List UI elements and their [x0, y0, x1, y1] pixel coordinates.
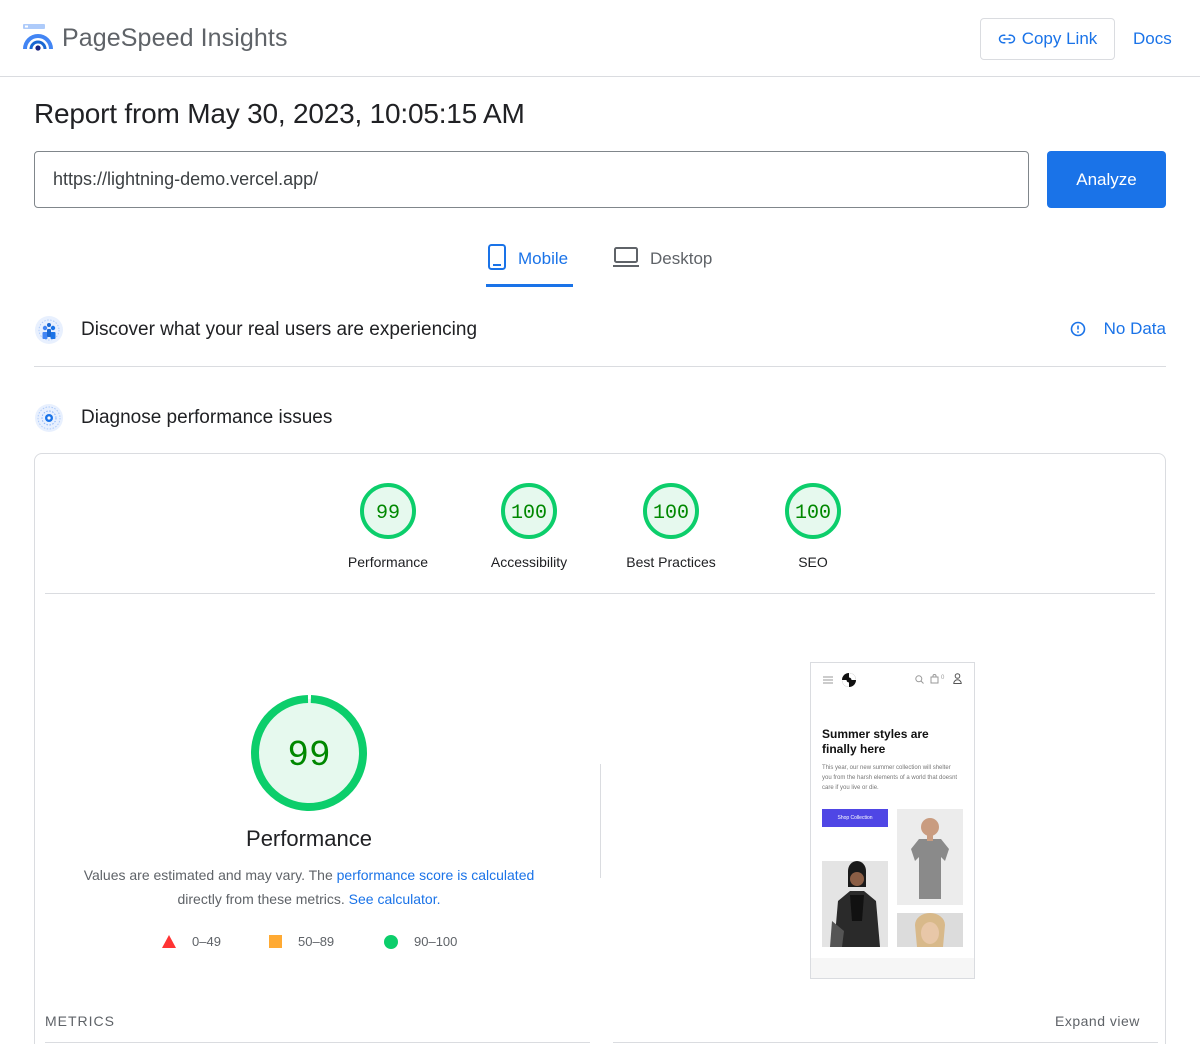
- product-photo-portrait: [897, 913, 963, 947]
- menu-icon: [823, 676, 833, 684]
- legend-range: 90–100: [414, 934, 458, 949]
- brand[interactable]: PageSpeed Insights: [22, 22, 288, 54]
- score-gauge-performance[interactable]: 99 Performance: [318, 482, 458, 570]
- shop-collection-button[interactable]: Shop Collection: [822, 809, 888, 827]
- jacket-model-image: [830, 861, 880, 947]
- users-crux-icon: [35, 316, 63, 344]
- copy-link-label: Copy Link: [1021, 29, 1098, 48]
- tab-desktop[interactable]: Desktop: [612, 243, 712, 287]
- tshirt-model-image: [911, 818, 949, 899]
- real-users-title: Discover what your real users are experi…: [81, 319, 478, 340]
- no-data-link[interactable]: No Data: [1070, 319, 1166, 339]
- triangle-icon: [162, 935, 176, 948]
- copy-link-button[interactable]: Copy Link: [980, 18, 1115, 60]
- thumb-headline: Summer styles are finally here: [822, 727, 929, 756]
- performance-title: Performance: [246, 826, 372, 851]
- metrics-rule-left: [45, 1042, 590, 1043]
- gauge-ring: 100: [785, 483, 841, 539]
- user-icon: [953, 673, 962, 684]
- portrait-model-image: [915, 913, 945, 947]
- thumb-copy: This year, our new summer collection wil…: [822, 765, 958, 791]
- lighthouse-radar-icon: [35, 404, 63, 432]
- smartphone-icon: [488, 244, 506, 270]
- docs-link[interactable]: Docs: [1133, 29, 1172, 49]
- see-calculator-link[interactable]: See calculator.: [349, 891, 441, 907]
- square-icon: [269, 935, 282, 948]
- score-gauge-seo[interactable]: 100 SEO: [743, 482, 883, 570]
- app-header: PageSpeed Insights Copy Link Docs: [0, 0, 1200, 77]
- gauge-label: Accessibility: [490, 554, 568, 570]
- legend-average: 50–89: [269, 934, 334, 949]
- score-gauge-accessibility[interactable]: 100 Accessibility: [459, 482, 599, 570]
- diagnose-title: Diagnose performance issues: [81, 407, 333, 428]
- product-photo-jacket: [822, 861, 888, 947]
- diagnose-section: Diagnose performance issues: [34, 403, 1166, 433]
- gauge-label: Performance: [347, 554, 429, 570]
- gauge-label: SEO: [798, 554, 828, 570]
- search-icon: [915, 675, 924, 684]
- pagespeed-logo-icon: [23, 24, 53, 51]
- gauge-score: 99: [376, 502, 400, 525]
- performance-gauge-large: 99: [251, 695, 367, 811]
- performance-description: Values are estimated and may vary. The p…: [55, 863, 563, 911]
- gauge-ring: 100: [643, 483, 699, 539]
- legend-range: 0–49: [192, 934, 221, 949]
- vertical-separator: [600, 764, 601, 878]
- section-divider: [34, 366, 1166, 367]
- legend-fail: 0–49: [162, 934, 221, 949]
- gauge-score: 100: [795, 502, 831, 525]
- desc-mid: directly from these metrics.: [177, 891, 349, 907]
- url-input[interactable]: [34, 151, 1029, 208]
- legend-pass: 90–100: [384, 934, 457, 949]
- card-divider: [45, 593, 1155, 594]
- thumb-navbar: 0: [811, 663, 974, 697]
- gauge-ring: 99: [360, 483, 416, 539]
- performance-score: 99: [287, 735, 330, 776]
- expand-view-toggle[interactable]: Expand view: [1055, 1013, 1140, 1029]
- tab-mobile-label: Mobile: [518, 249, 569, 268]
- thumb-footer: [811, 958, 974, 978]
- info-icon: [1070, 321, 1085, 337]
- desc-prefix: Values are estimated and may vary. The: [83, 867, 337, 883]
- tab-mobile[interactable]: Mobile: [486, 243, 573, 287]
- real-users-section: Discover what your real users are experi…: [34, 315, 1166, 345]
- no-data-label: No Data: [1103, 319, 1166, 338]
- shop-logo-icon: [842, 673, 856, 687]
- circle-icon: [384, 934, 398, 949]
- cart-count: 0: [941, 675, 945, 681]
- link-icon: [998, 34, 1015, 44]
- analyze-button[interactable]: Analyze: [1047, 151, 1166, 208]
- laptop-icon: [613, 247, 639, 267]
- gauge-score: 100: [511, 502, 547, 525]
- legend-range: 50–89: [298, 934, 335, 949]
- cart-icon: [930, 674, 939, 684]
- page-screenshot-thumbnail[interactable]: 0 Summer styles are finally here This ye…: [810, 662, 975, 979]
- metrics-heading: METRICS: [45, 1013, 115, 1029]
- gauge-ring: 100: [501, 483, 557, 539]
- app-name: PageSpeed Insights: [62, 23, 288, 52]
- report-title: Report from May 30, 2023, 10:05:15 AM: [34, 98, 525, 129]
- gauge-label: Best Practices: [626, 554, 716, 570]
- score-gauge-best-practices[interactable]: 100 Best Practices: [601, 482, 741, 570]
- lighthouse-report-card: 99 Performance 100 Accessibility 100 Bes…: [34, 453, 1166, 1044]
- metrics-rule-right: [613, 1042, 1158, 1043]
- product-photo-tshirt: [897, 809, 963, 905]
- tab-desktop-label: Desktop: [650, 249, 713, 268]
- score-calculated-link[interactable]: performance score is calculated: [337, 867, 535, 883]
- gauge-score: 100: [653, 502, 689, 525]
